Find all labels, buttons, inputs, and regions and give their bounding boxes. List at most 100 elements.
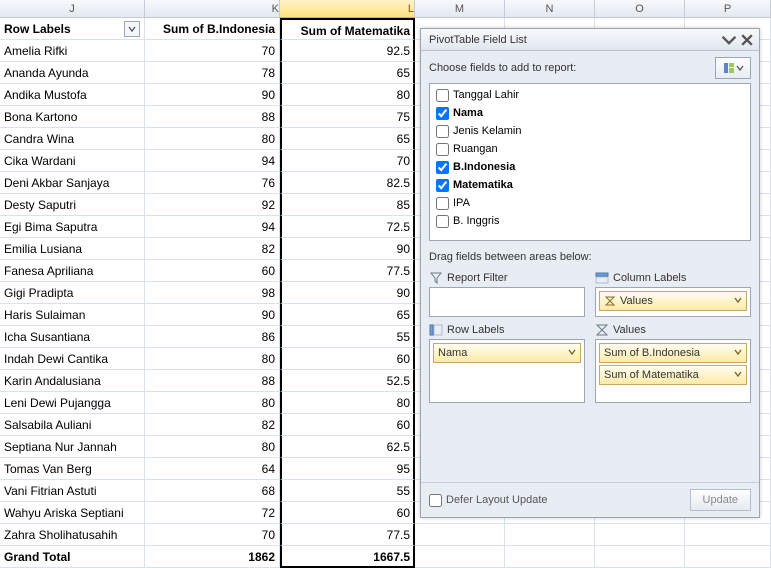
value-matematika[interactable]: 75: [280, 106, 415, 128]
value-matematika[interactable]: 70: [280, 150, 415, 172]
chip-nama[interactable]: Nama: [433, 343, 581, 363]
value-matematika[interactable]: 85: [280, 194, 415, 216]
chip-values[interactable]: Values: [599, 291, 747, 311]
field-checkbox[interactable]: [436, 197, 449, 210]
value-bindonesia[interactable]: 94: [145, 216, 280, 238]
row-label[interactable]: Egi Bima Saputra: [0, 216, 145, 238]
layout-options-button[interactable]: [715, 57, 751, 79]
value-bindonesia[interactable]: 90: [145, 304, 280, 326]
field-item[interactable]: B. Inggris: [434, 212, 746, 230]
value-matematika[interactable]: 62.5: [280, 436, 415, 458]
row-label[interactable]: Indah Dewi Cantika: [0, 348, 145, 370]
grand-total-label[interactable]: Grand Total: [0, 546, 145, 568]
value-matematika[interactable]: 90: [280, 282, 415, 304]
field-checkbox[interactable]: [436, 89, 449, 102]
row-label[interactable]: Icha Susantiana: [0, 326, 145, 348]
field-item[interactable]: Nama: [434, 104, 746, 122]
zone-column-labels[interactable]: Values: [595, 287, 751, 317]
row-label[interactable]: Andika Mustofa: [0, 84, 145, 106]
value-matematika[interactable]: 60: [280, 414, 415, 436]
close-icon[interactable]: [739, 32, 755, 48]
row-labels-header[interactable]: Row Labels: [0, 18, 145, 40]
value-matematika[interactable]: 90: [280, 238, 415, 260]
value-bindonesia[interactable]: 98: [145, 282, 280, 304]
row-label[interactable]: Wahyu Ariska Septiani: [0, 502, 145, 524]
panel-titlebar[interactable]: PivotTable Field List: [421, 29, 759, 51]
field-item[interactable]: IPA: [434, 194, 746, 212]
row-label[interactable]: Salsabila Auliani: [0, 414, 145, 436]
empty-cell[interactable]: [505, 546, 595, 568]
column-header-N[interactable]: N: [505, 0, 595, 18]
column-header-P[interactable]: P: [685, 0, 771, 18]
field-checkbox[interactable]: [436, 125, 449, 138]
value-bindonesia[interactable]: 82: [145, 238, 280, 260]
value-matematika[interactable]: 95: [280, 458, 415, 480]
row-label[interactable]: Zahra Sholihatusahih: [0, 524, 145, 546]
value-bindonesia[interactable]: 80: [145, 348, 280, 370]
zone-row-labels[interactable]: Nama: [429, 339, 585, 403]
update-button[interactable]: Update: [690, 489, 751, 511]
filter-dropdown-icon[interactable]: [124, 21, 140, 37]
value-matematika[interactable]: 80: [280, 392, 415, 414]
value-bindonesia[interactable]: 60: [145, 260, 280, 282]
chip-sum-bindonesia[interactable]: Sum of B.Indonesia: [599, 343, 747, 363]
field-checkbox[interactable]: [436, 143, 449, 156]
field-checkbox[interactable]: [436, 215, 449, 228]
row-label[interactable]: Ananda Ayunda: [0, 62, 145, 84]
value-bindonesia[interactable]: 90: [145, 84, 280, 106]
empty-cell[interactable]: [595, 524, 685, 546]
row-label[interactable]: Fanesa Apriliana: [0, 260, 145, 282]
row-label[interactable]: Tomas Van Berg: [0, 458, 145, 480]
column-header-L[interactable]: L: [280, 0, 415, 18]
column-header-K[interactable]: K: [145, 0, 280, 18]
value-matematika[interactable]: 52.5: [280, 370, 415, 392]
field-item[interactable]: Matematika: [434, 176, 746, 194]
value-bindonesia[interactable]: 68: [145, 480, 280, 502]
field-checkbox[interactable]: [436, 161, 449, 174]
empty-cell[interactable]: [685, 546, 771, 568]
value-bindonesia[interactable]: 88: [145, 106, 280, 128]
column-header-J[interactable]: J: [0, 0, 145, 18]
row-label[interactable]: Karin Andalusiana: [0, 370, 145, 392]
sum-matematika-header[interactable]: Sum of Matematika: [280, 18, 415, 40]
row-label[interactable]: Candra Wina: [0, 128, 145, 150]
value-matematika[interactable]: 65: [280, 62, 415, 84]
value-bindonesia[interactable]: 64: [145, 458, 280, 480]
field-item[interactable]: Tanggal Lahir: [434, 86, 746, 104]
value-bindonesia[interactable]: 92: [145, 194, 280, 216]
row-label[interactable]: Cika Wardani: [0, 150, 145, 172]
column-header-O[interactable]: O: [595, 0, 685, 18]
value-matematika[interactable]: 55: [280, 326, 415, 348]
value-matematika[interactable]: 55: [280, 480, 415, 502]
chip-sum-matematika[interactable]: Sum of Matematika: [599, 365, 747, 385]
value-bindonesia[interactable]: 82: [145, 414, 280, 436]
empty-cell[interactable]: [415, 546, 505, 568]
empty-cell[interactable]: [595, 546, 685, 568]
row-label[interactable]: Emilia Lusiana: [0, 238, 145, 260]
defer-layout-update[interactable]: Defer Layout Update: [429, 494, 548, 507]
value-bindonesia[interactable]: 70: [145, 40, 280, 62]
row-label[interactable]: Vani Fitrian Astuti: [0, 480, 145, 502]
value-matematika[interactable]: 65: [280, 128, 415, 150]
value-matematika[interactable]: 77.5: [280, 524, 415, 546]
value-matematika[interactable]: 60: [280, 502, 415, 524]
dropdown-icon[interactable]: [721, 32, 737, 48]
value-bindonesia[interactable]: 86: [145, 326, 280, 348]
value-bindonesia[interactable]: 80: [145, 436, 280, 458]
value-bindonesia[interactable]: 70: [145, 524, 280, 546]
value-bindonesia[interactable]: 80: [145, 392, 280, 414]
field-item[interactable]: Ruangan: [434, 140, 746, 158]
empty-cell[interactable]: [505, 524, 595, 546]
field-checkbox[interactable]: [436, 179, 449, 192]
empty-cell[interactable]: [685, 524, 771, 546]
value-bindonesia[interactable]: 76: [145, 172, 280, 194]
value-matematika[interactable]: 77.5: [280, 260, 415, 282]
row-label[interactable]: Bona Kartono: [0, 106, 145, 128]
value-matematika[interactable]: 65: [280, 304, 415, 326]
empty-cell[interactable]: [415, 524, 505, 546]
grand-total-bindonesia[interactable]: 1862: [145, 546, 280, 568]
zone-report-filter[interactable]: [429, 287, 585, 317]
field-checkbox[interactable]: [436, 107, 449, 120]
row-label[interactable]: Deni Akbar Sanjaya: [0, 172, 145, 194]
field-item[interactable]: B.Indonesia: [434, 158, 746, 176]
